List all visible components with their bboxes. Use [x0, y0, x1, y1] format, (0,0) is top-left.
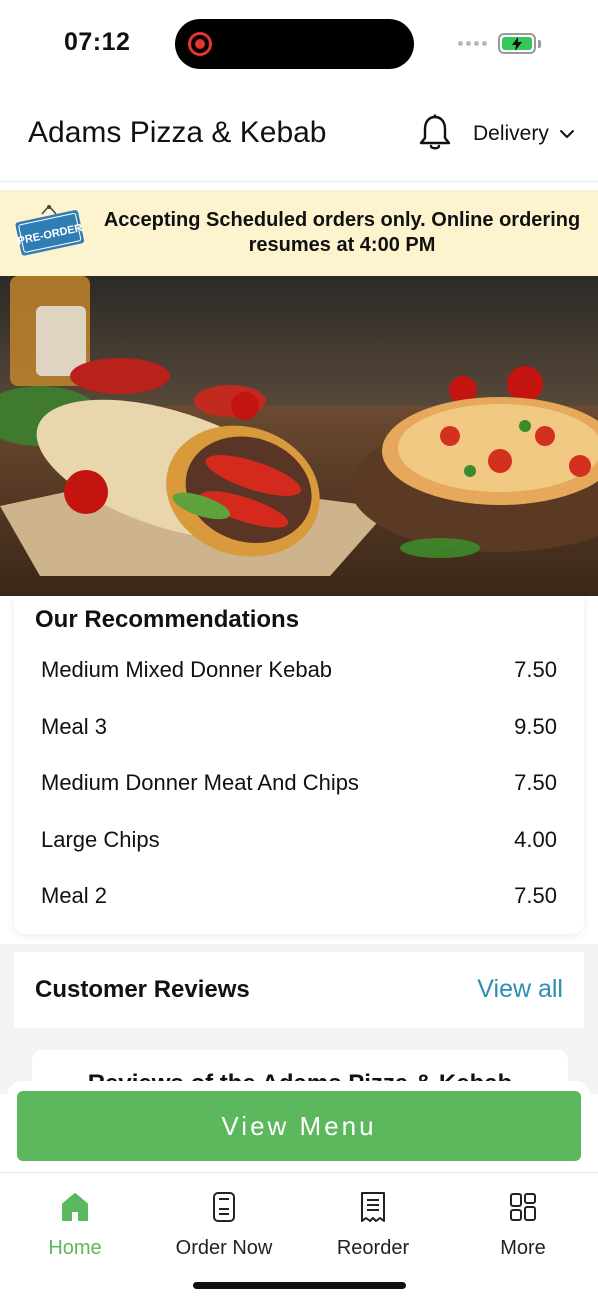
order-icon	[213, 1192, 235, 1222]
view-all-reviews-link[interactable]: View all	[477, 975, 563, 1004]
battery-charging-icon	[498, 33, 536, 54]
recommendation-item[interactable]: Medium Mixed Donner Kebab 7.50	[41, 642, 557, 699]
item-price: 7.50	[514, 883, 557, 909]
recommendation-item[interactable]: Large Chips 4.00	[41, 812, 557, 869]
reviews-title: Customer Reviews	[35, 976, 250, 1003]
delivery-mode-selector[interactable]: Delivery	[473, 122, 549, 146]
bottom-navigation: Home Order Now Reorder More	[0, 1172, 598, 1300]
status-time: 07:12	[64, 28, 131, 56]
item-name: Meal 3	[41, 713, 108, 739]
view-menu-button[interactable]: View Menu	[17, 1091, 581, 1161]
recommendation-item[interactable]: Meal 3 9.50	[41, 699, 557, 756]
receipt-icon	[361, 1192, 385, 1222]
home-icon	[62, 1193, 88, 1221]
recommendation-item[interactable]: Medium Donner Meat And Chips 7.50	[41, 755, 557, 812]
item-name: Medium Donner Meat And Chips	[41, 770, 359, 796]
nav-item-order-now[interactable]: Order Now	[164, 1191, 284, 1260]
grid-icon	[510, 1193, 536, 1221]
app-header: Adams Pizza & Kebab Delivery	[0, 90, 598, 182]
item-name: Medium Mixed Donner Kebab	[41, 657, 333, 683]
screen-recording-icon	[188, 32, 212, 56]
nav-item-more[interactable]: More	[463, 1191, 583, 1260]
cellular-signal-icon	[458, 41, 487, 46]
nav-item-reorder[interactable]: Reorder	[313, 1191, 433, 1260]
item-name: Large Chips	[41, 826, 160, 852]
nav-label-home: Home	[48, 1237, 102, 1259]
nav-label-reorder: Reorder	[336, 1237, 410, 1259]
recommendations-title: Our Recommendations	[35, 606, 300, 633]
reviews-header: Customer Reviews View all	[14, 952, 584, 1028]
recommendations-list: Medium Mixed Donner Kebab 7.50 Meal 3 9.…	[41, 642, 557, 925]
item-price: 7.50	[514, 770, 557, 796]
nav-label-order-now: Order Now	[175, 1237, 273, 1259]
item-name: Meal 2	[41, 883, 108, 909]
nav-item-home[interactable]: Home	[15, 1191, 135, 1260]
status-bar: 07:12	[0, 0, 598, 90]
nav-label-more: More	[500, 1237, 546, 1259]
banner-message: Accepting Scheduled orders only. Online …	[103, 209, 581, 256]
item-price: 4.00	[514, 826, 557, 852]
bell-icon[interactable]	[418, 114, 452, 152]
store-name: Adams Pizza & Kebab	[28, 116, 327, 149]
recommendation-item[interactable]: Meal 2 7.50	[41, 868, 557, 925]
home-indicator	[193, 1282, 406, 1289]
dynamic-island	[175, 19, 414, 69]
scheduled-orders-banner: PRE-ORDER Accepting Scheduled orders onl…	[0, 190, 598, 276]
pre-order-tag-icon: PRE-ORDER	[15, 204, 85, 256]
hero-food-image	[0, 276, 598, 596]
item-price: 9.50	[514, 713, 557, 739]
recommendations-card: Our Recommendations Medium Mixed Donner …	[14, 596, 584, 934]
chevron-down-icon[interactable]	[559, 128, 575, 140]
item-price: 7.50	[514, 657, 557, 683]
